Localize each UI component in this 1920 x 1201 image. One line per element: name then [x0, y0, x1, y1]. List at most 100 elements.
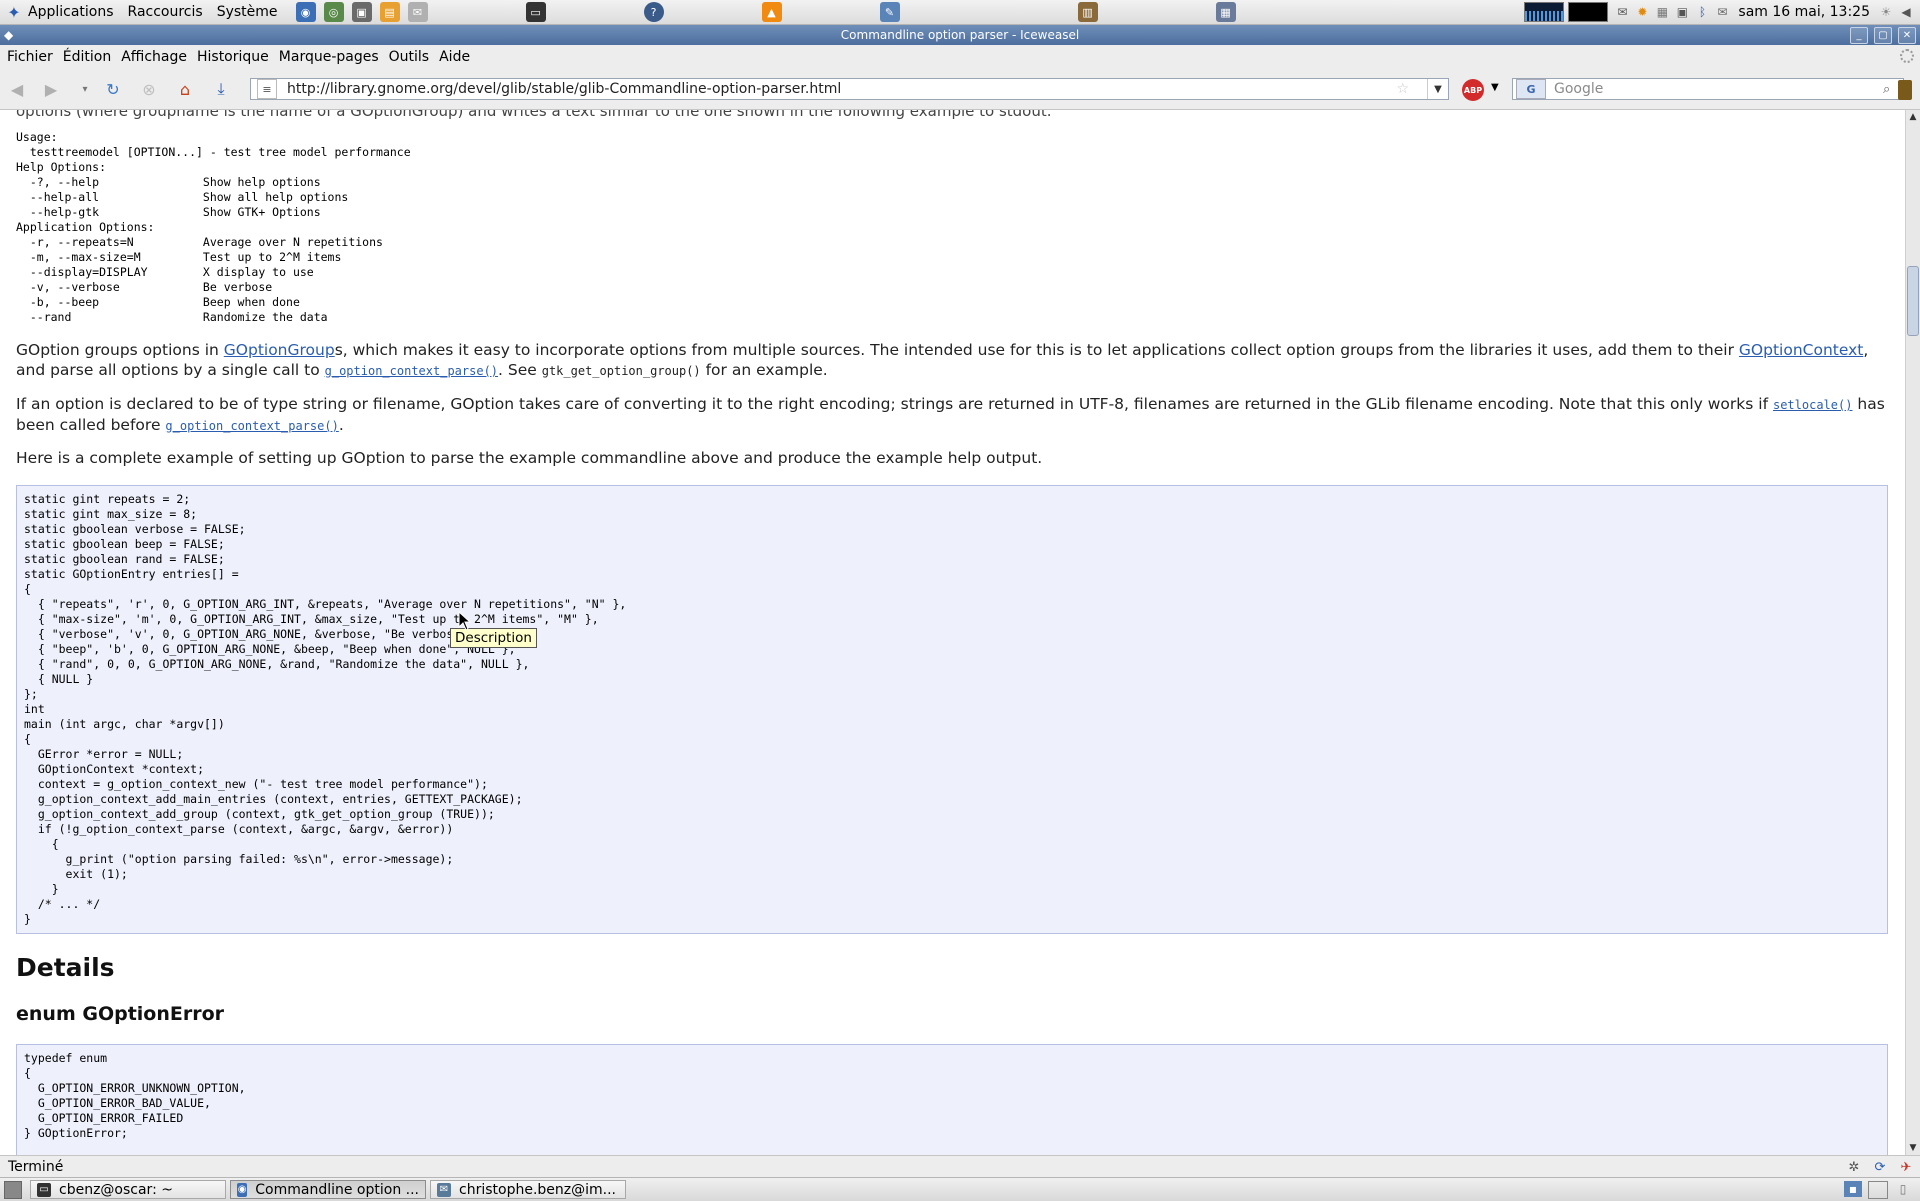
- scroll-up-icon[interactable]: ▲: [1906, 110, 1920, 124]
- para1-text-4: . See: [498, 361, 542, 379]
- clipboard-icon[interactable]: ▥: [1077, 2, 1098, 22]
- workspace-2[interactable]: [1868, 1181, 1888, 1199]
- bookmark-star-icon[interactable]: ☆: [1396, 81, 1409, 97]
- code-enum: typedef enum { G_OPTION_ERROR_UNKNOWN_OP…: [24, 1051, 246, 1140]
- back-arrow-icon[interactable]: ◀: [6, 78, 28, 100]
- menu-outils[interactable]: Outils: [389, 49, 429, 65]
- status-text: Terminé: [8, 1159, 64, 1175]
- panel-tray: ✉ ✹ ▦ ▣ ᛒ ✉ sam 16 mai, 13:25 ☀ ◀: [1524, 0, 1916, 24]
- status-icons: ✲ ⟳ ✈: [1836, 1159, 1914, 1175]
- reload-icon[interactable]: ↻: [102, 78, 124, 100]
- para2-text-3: .: [338, 416, 344, 434]
- task-terminal[interactable]: ▭ cbenz@oscar: ~: [30, 1180, 226, 1199]
- scrollbar-thumb[interactable]: [1907, 266, 1919, 336]
- bookmarks-sidebar-icon[interactable]: [1898, 80, 1912, 100]
- task-mail[interactable]: ✉ christophe.benz@im...: [430, 1180, 626, 1199]
- network-icon[interactable]: ◎: [323, 2, 344, 22]
- vlc-icon[interactable]: ▲: [761, 2, 782, 22]
- bluetooth-icon[interactable]: ᛒ: [1694, 4, 1710, 20]
- status-extension-icon[interactable]: ✈: [1898, 1159, 1914, 1175]
- network-tray-icon[interactable]: ▣: [1674, 4, 1690, 20]
- window-title: Commandline option parser - Iceweasel: [840, 28, 1080, 42]
- menubar: Fichier Édition Affichage Historique Mar…: [0, 45, 1920, 69]
- menu-marque-pages[interactable]: Marque-pages: [279, 49, 379, 65]
- menu-systeme[interactable]: Système: [217, 4, 278, 20]
- mail-tray-icon[interactable]: ✉: [1614, 4, 1630, 20]
- envelope-tray-icon[interactable]: ✉: [1714, 4, 1730, 20]
- url-bar[interactable]: ≡ http://library.gnome.org/devel/glib/st…: [250, 78, 1449, 100]
- workspace-1[interactable]: ▪: [1844, 1181, 1862, 1197]
- code-example: static gint repeats = 2; static gint max…: [24, 492, 627, 926]
- code-example-block: static gint repeats = 2; static gint max…: [16, 485, 1888, 934]
- status-bar: Terminé ✲ ⟳ ✈: [0, 1155, 1920, 1178]
- trash-icon[interactable]: ▯: [1894, 1181, 1912, 1197]
- cpu-monitor[interactable]: [1524, 2, 1565, 22]
- volume-icon[interactable]: ◀: [1898, 4, 1914, 20]
- bottom-taskbar: ▭ cbenz@oscar: ~ ◉ Commandline option ..…: [0, 1177, 1920, 1201]
- link-g-option-context-parse[interactable]: g_option_context_parse(): [325, 364, 498, 378]
- menu-fichier[interactable]: Fichier: [7, 49, 53, 65]
- vertical-scrollbar[interactable]: ▲ ▼: [1905, 110, 1920, 1155]
- net-monitor[interactable]: [1568, 2, 1609, 22]
- history-dropdown-icon[interactable]: ▾: [74, 78, 96, 100]
- para1-text-5: for an example.: [700, 361, 828, 379]
- menu-edition[interactable]: Édition: [63, 49, 111, 65]
- enum-goptionerror-heading: enum GOptionError: [16, 1003, 225, 1025]
- menu-aide[interactable]: Aide: [439, 49, 470, 65]
- url-text[interactable]: http://library.gnome.org/devel/glib/stab…: [281, 81, 1396, 97]
- printer-icon[interactable]: ▦: [1215, 2, 1236, 22]
- page-content[interactable]: options (where groupname is the name of …: [0, 110, 1905, 1155]
- navigation-toolbar: ◀ ▶ ▾ ↻ ⊗ ⌂ ⤓ ≡ http://library.gnome.org…: [0, 69, 1920, 110]
- forward-arrow-icon[interactable]: ▶: [40, 78, 62, 100]
- terminal-icon: ▭: [37, 1182, 51, 1197]
- url-dropdown-icon[interactable]: ▼: [1427, 79, 1448, 99]
- site-favicon: ≡: [257, 79, 277, 99]
- sync-icon[interactable]: ⟳: [1872, 1159, 1888, 1175]
- mail-icon[interactable]: ✉: [407, 2, 428, 22]
- terminal-icon[interactable]: ▭: [525, 2, 546, 22]
- minimize-button[interactable]: _: [1850, 27, 1868, 44]
- para2-text-1: If an option is declared to be of type s…: [16, 395, 1773, 413]
- clock[interactable]: sam 16 mai, 13:25: [1738, 4, 1870, 20]
- link-goptioncontext[interactable]: GOptionContext: [1739, 341, 1863, 359]
- search-engine-icon[interactable]: G: [1516, 79, 1546, 99]
- adblock-icon[interactable]: ABP: [1462, 79, 1484, 101]
- show-desktop-icon[interactable]: [4, 1180, 22, 1199]
- menu-affichage[interactable]: Affichage: [121, 49, 187, 65]
- computer-icon[interactable]: ▣: [351, 2, 372, 22]
- updates-icon[interactable]: ✹: [1634, 4, 1650, 20]
- maximize-button[interactable]: ▢: [1874, 27, 1892, 44]
- window-menu-icon[interactable]: ◆: [4, 28, 18, 42]
- details-heading: Details: [16, 953, 115, 982]
- link-setlocale[interactable]: setlocale(): [1773, 398, 1852, 412]
- adblock-dropdown-icon[interactable]: ▼: [1491, 82, 1499, 93]
- menu-historique[interactable]: Historique: [197, 49, 269, 65]
- para1-text-2: s, which makes it easy to incorporate op…: [334, 341, 1739, 359]
- mail-icon: ✉: [437, 1182, 451, 1197]
- close-button[interactable]: ✕: [1898, 27, 1916, 44]
- paragraph-option-groups: GOption groups options in GOptionGroups,…: [16, 340, 1886, 381]
- download-icon[interactable]: ⤓: [210, 78, 232, 100]
- task-browser[interactable]: ◉ Commandline option ...: [230, 1180, 426, 1199]
- mouse-cursor-icon: [458, 610, 472, 635]
- stop-icon[interactable]: ⊗: [138, 78, 160, 100]
- link-g-option-context-parse-2[interactable]: g_option_context_parse(): [165, 419, 338, 433]
- help-icon[interactable]: ?: [643, 2, 664, 22]
- home-icon[interactable]: ⌂: [174, 78, 196, 100]
- menu-raccourcis[interactable]: Raccourcis: [128, 4, 203, 20]
- cut-off-text-line: options (where groupname is the name of …: [16, 110, 1052, 120]
- notes-icon[interactable]: ▤: [379, 2, 400, 22]
- drawing-icon[interactable]: ✎: [879, 2, 900, 22]
- search-bar[interactable]: G Google ⌕: [1512, 78, 1904, 100]
- firebug-icon[interactable]: ✲: [1846, 1159, 1862, 1175]
- search-input[interactable]: Google: [1546, 81, 1883, 97]
- task-browser-label: Commandline option ...: [255, 1181, 419, 1198]
- panel-menus: ✦ Applications Raccourcis Système: [0, 3, 292, 22]
- weather-icon[interactable]: ☀: [1878, 4, 1894, 20]
- printer-tray-icon[interactable]: ▦: [1654, 4, 1670, 20]
- menu-applications[interactable]: Applications: [28, 4, 114, 20]
- scroll-down-icon[interactable]: ▼: [1906, 1141, 1920, 1155]
- window-titlebar[interactable]: ◆ Commandline option parser - Iceweasel …: [0, 25, 1920, 45]
- globe-icon[interactable]: ◉: [295, 2, 316, 22]
- link-goptiongroup[interactable]: GOptionGroup: [224, 341, 335, 359]
